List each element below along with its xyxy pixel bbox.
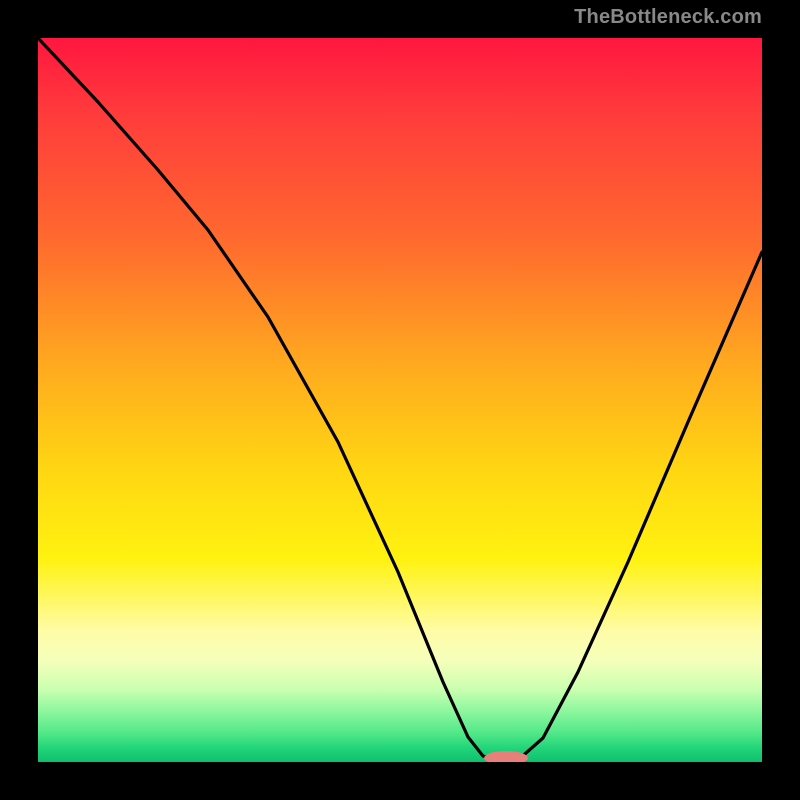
bottleneck-curve — [38, 38, 762, 760]
balance-zone-marker — [484, 751, 528, 762]
watermark-text: TheBottleneck.com — [574, 6, 762, 29]
frame: TheBottleneck.com — [0, 0, 800, 800]
plot-area — [38, 38, 762, 762]
curve-layer — [38, 38, 762, 762]
